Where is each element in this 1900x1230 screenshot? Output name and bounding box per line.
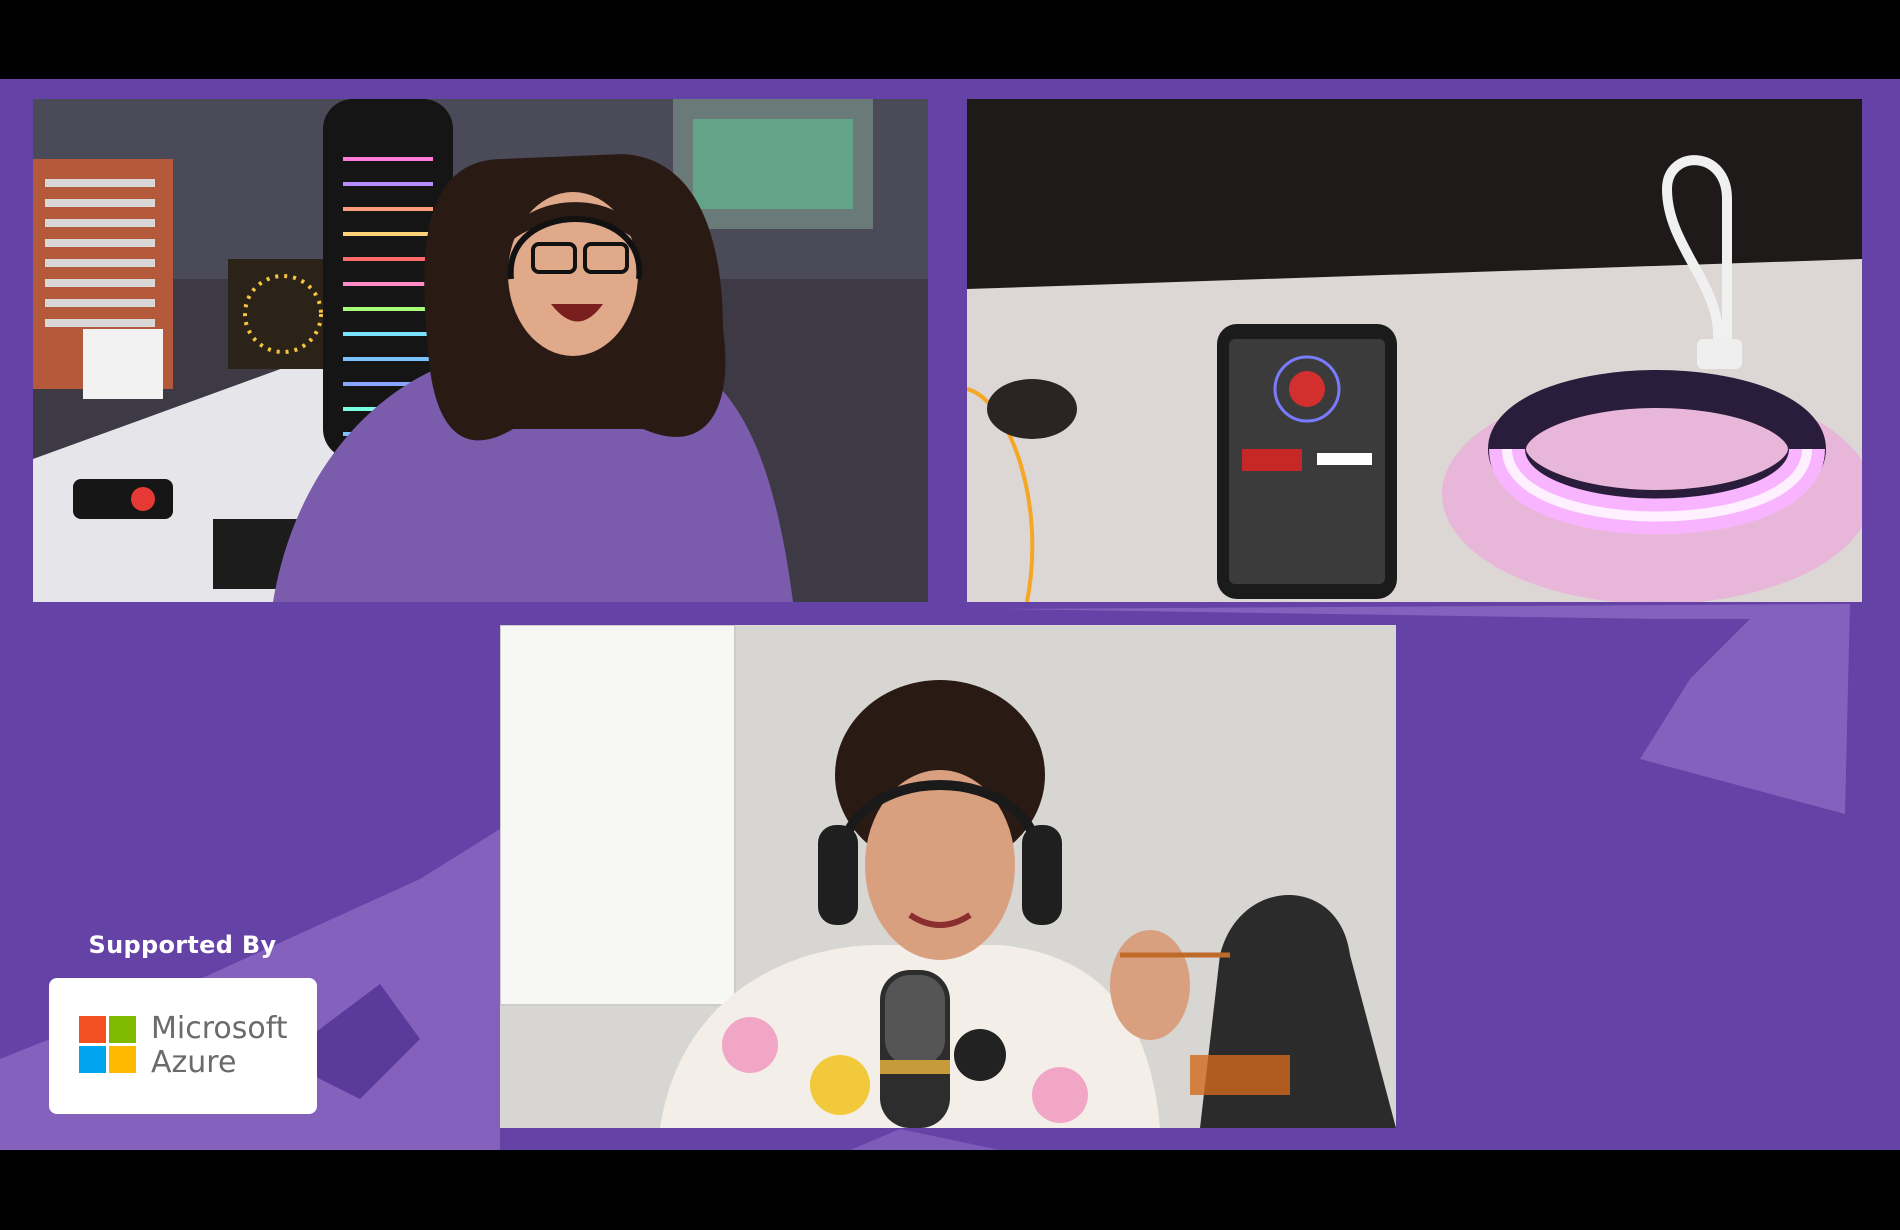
- overhead-camera-video[interactable]: [967, 99, 1862, 602]
- stream-layout: Supported By Microsoft Azure: [0, 79, 1900, 1150]
- microsoft-azure-logo: Microsoft Azure: [49, 978, 317, 1114]
- sponsor-line-2: Azure: [151, 1045, 237, 1080]
- sponsor-line-1: Microsoft: [151, 1011, 288, 1046]
- sponsor-heading: Supported By: [88, 931, 277, 959]
- participant-video-2[interactable]: [500, 625, 1396, 1128]
- microsoft-logo-icon: [79, 1016, 136, 1073]
- participant-video-1[interactable]: [33, 99, 928, 602]
- sponsor-name: Microsoft Azure: [151, 1012, 288, 1080]
